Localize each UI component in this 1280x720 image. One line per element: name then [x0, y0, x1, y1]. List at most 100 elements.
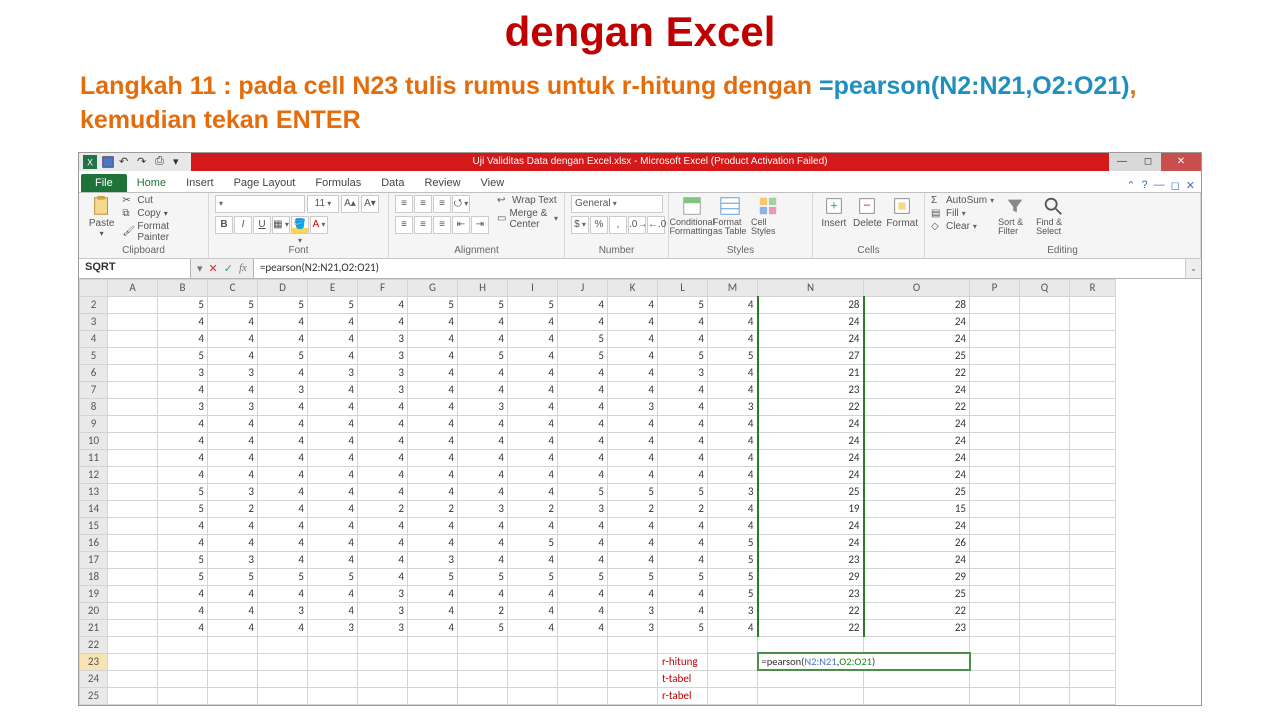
cell-B18[interactable]: 5	[158, 568, 208, 585]
cell-Q2[interactable]	[1020, 296, 1070, 313]
cell-N15[interactable]: 24	[758, 517, 864, 534]
cell-M2[interactable]: 4	[708, 296, 758, 313]
cell-P20[interactable]	[970, 602, 1020, 619]
cell-J20[interactable]: 4	[558, 602, 608, 619]
cell-B9[interactable]: 4	[158, 415, 208, 432]
fill-button[interactable]: ▤Fill	[931, 208, 994, 220]
cell-C2[interactable]: 5	[208, 296, 258, 313]
cell-E6[interactable]: 3	[308, 364, 358, 381]
worksheet-grid[interactable]: ABCDEFGHIJKLMNOPQR2555545554454282834444…	[79, 279, 1201, 705]
align-center-button[interactable]: ≡	[414, 216, 432, 234]
cell-M9[interactable]: 4	[708, 415, 758, 432]
cell-G8[interactable]: 4	[408, 398, 458, 415]
cell-N23[interactable]: =pearson(N2:N21,O2:O21)	[758, 653, 970, 670]
row-header-24[interactable]: 24	[80, 670, 108, 687]
cell-N14[interactable]: 19	[758, 500, 864, 517]
cell-R11[interactable]	[1070, 449, 1116, 466]
increase-font-button[interactable]: A▴	[341, 195, 359, 213]
cell-A8[interactable]	[108, 398, 158, 415]
tab-page-layout[interactable]: Page Layout	[224, 174, 306, 192]
cell-B21[interactable]: 4	[158, 619, 208, 636]
cell-Q4[interactable]	[1020, 330, 1070, 347]
cell-M23[interactable]	[708, 653, 758, 670]
cell-A20[interactable]	[108, 602, 158, 619]
cell-A2[interactable]	[108, 296, 158, 313]
cell-F24[interactable]	[358, 670, 408, 687]
cell-G19[interactable]: 4	[408, 585, 458, 602]
cell-J17[interactable]: 4	[558, 551, 608, 568]
cell-J21[interactable]: 4	[558, 619, 608, 636]
cell-L10[interactable]: 4	[658, 432, 708, 449]
cell-E21[interactable]: 3	[308, 619, 358, 636]
cell-I18[interactable]: 5	[508, 568, 558, 585]
cell-I21[interactable]: 4	[508, 619, 558, 636]
cell-P6[interactable]	[970, 364, 1020, 381]
cell-Q9[interactable]	[1020, 415, 1070, 432]
cell-P4[interactable]	[970, 330, 1020, 347]
cell-R6[interactable]	[1070, 364, 1116, 381]
cell-D13[interactable]: 4	[258, 483, 308, 500]
cell-G2[interactable]: 5	[408, 296, 458, 313]
cell-H8[interactable]: 3	[458, 398, 508, 415]
cell-I25[interactable]	[508, 687, 558, 704]
row-header-7[interactable]: 7	[80, 381, 108, 398]
cell-O11[interactable]: 24	[864, 449, 970, 466]
cell-H25[interactable]	[458, 687, 508, 704]
cell-N24[interactable]	[758, 670, 864, 687]
cut-button[interactable]: ✂Cut	[122, 195, 202, 207]
cell-L24[interactable]: t-tabel	[658, 670, 708, 687]
cell-C13[interactable]: 3	[208, 483, 258, 500]
col-header-K[interactable]: K	[608, 279, 658, 296]
cell-E8[interactable]: 4	[308, 398, 358, 415]
cell-C4[interactable]: 4	[208, 330, 258, 347]
cell-N5[interactable]: 27	[758, 347, 864, 364]
cell-E2[interactable]: 5	[308, 296, 358, 313]
cell-J9[interactable]: 4	[558, 415, 608, 432]
cell-F14[interactable]: 2	[358, 500, 408, 517]
underline-button[interactable]: U	[253, 216, 271, 234]
print-icon[interactable]: ⎙	[155, 155, 169, 169]
cell-B15[interactable]: 4	[158, 517, 208, 534]
cell-M15[interactable]: 4	[708, 517, 758, 534]
row-header-4[interactable]: 4	[80, 330, 108, 347]
cell-Q20[interactable]	[1020, 602, 1070, 619]
cell-I11[interactable]: 4	[508, 449, 558, 466]
row-header-20[interactable]: 20	[80, 602, 108, 619]
cell-H20[interactable]: 2	[458, 602, 508, 619]
autosum-button[interactable]: ΣAutoSum	[931, 195, 994, 207]
cell-P19[interactable]	[970, 585, 1020, 602]
cell-D5[interactable]: 5	[258, 347, 308, 364]
row-header-25[interactable]: 25	[80, 687, 108, 704]
border-button[interactable]: ▦	[272, 216, 290, 234]
help-icon[interactable]: ?	[1142, 179, 1148, 192]
row-header-9[interactable]: 9	[80, 415, 108, 432]
cell-M18[interactable]: 5	[708, 568, 758, 585]
cell-Q3[interactable]	[1020, 313, 1070, 330]
cell-D25[interactable]	[258, 687, 308, 704]
increase-decimal-button[interactable]: .0→	[628, 216, 646, 234]
cell-K15[interactable]: 4	[608, 517, 658, 534]
cell-P10[interactable]	[970, 432, 1020, 449]
cell-F9[interactable]: 4	[358, 415, 408, 432]
cell-C14[interactable]: 2	[208, 500, 258, 517]
cell-H22[interactable]	[458, 636, 508, 653]
cell-I24[interactable]	[508, 670, 558, 687]
cell-A14[interactable]	[108, 500, 158, 517]
cell-E24[interactable]	[308, 670, 358, 687]
cell-O6[interactable]: 22	[864, 364, 970, 381]
cell-C22[interactable]	[208, 636, 258, 653]
cell-M14[interactable]: 4	[708, 500, 758, 517]
cell-R19[interactable]	[1070, 585, 1116, 602]
cell-F12[interactable]: 4	[358, 466, 408, 483]
cell-A5[interactable]	[108, 347, 158, 364]
cell-C17[interactable]: 3	[208, 551, 258, 568]
format-cells-button[interactable]: Format	[886, 195, 918, 229]
cell-F13[interactable]: 4	[358, 483, 408, 500]
cell-A24[interactable]	[108, 670, 158, 687]
percent-button[interactable]: %	[590, 216, 608, 234]
cell-A19[interactable]	[108, 585, 158, 602]
align-bottom-button[interactable]: ≡	[433, 195, 451, 213]
cell-J22[interactable]	[558, 636, 608, 653]
cell-H10[interactable]: 4	[458, 432, 508, 449]
cell-F5[interactable]: 3	[358, 347, 408, 364]
